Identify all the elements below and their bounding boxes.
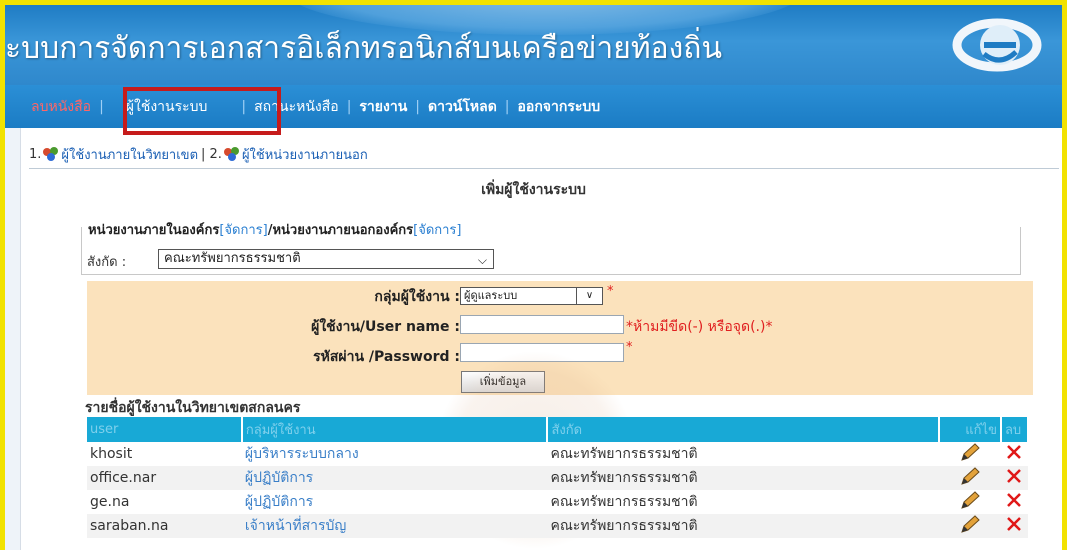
internet-explorer-logo-icon <box>952 18 1042 72</box>
delete-button[interactable] <box>1000 466 1028 490</box>
org-legend: หน่วยงานภายในองค์กร[จัดการ]/หน่วยงานภายน… <box>85 219 465 240</box>
username-hint: *ห้ามมีขีด(-) หรือจุด(.)* <box>626 319 773 335</box>
red-x-icon <box>1007 517 1022 531</box>
delete-button[interactable] <box>1000 514 1028 538</box>
section-title: เพิ่มผู้ใช้งานระบบ <box>481 182 586 198</box>
cell-group[interactable]: ผู้ปฏิบัติการ <box>241 490 548 514</box>
required-mark: * <box>626 340 633 355</box>
pencil-icon <box>961 491 980 509</box>
pencil-icon <box>961 467 980 485</box>
cell-user: khosit <box>87 442 242 466</box>
cell-org: คณะทรัพยากรธรรมชาติ <box>547 466 940 490</box>
col-org: สังกัด <box>547 417 941 442</box>
required-mark: * <box>607 284 614 299</box>
pencil-icon <box>961 515 980 533</box>
table-row: khosit ผู้บริหารระบบกลาง คณะทรัพยากรธรรม… <box>87 442 1028 466</box>
manage-internal-link[interactable]: [จัดการ] <box>219 223 267 238</box>
nav-download[interactable]: ดาวน์โหลด <box>422 96 503 118</box>
nav-delete-document[interactable]: ลบหนังสือ <box>25 96 97 118</box>
app-frame: ะบบการจัดการเอกสารอิเล็กทรอนิกส์บนเครือข… <box>0 0 1067 550</box>
edit-button[interactable] <box>939 514 1001 538</box>
highlight-box <box>123 87 281 135</box>
org-select[interactable]: คณะทรัพยากรธรรมชาติ ⌵ <box>158 249 494 269</box>
cell-user: ge.na <box>87 490 242 514</box>
table-row: saraban.na เจ้าหน้าที่สารบัญ คณะทรัพยากร… <box>87 514 1028 538</box>
pencil-icon <box>961 443 980 461</box>
user-type-tabs: 1. ผู้ใช้งานภายในวิทยาเขต | 2. ผู้ใช้หน่… <box>29 141 1059 169</box>
red-x-icon <box>1007 445 1022 459</box>
col-edit: แก้ไข <box>939 417 1002 442</box>
group-label: กลุ่มผู้ใช้งาน : <box>374 289 460 305</box>
list-title: รายชื่อผู้ใช้งานในวิทยาเขตสกลนคร <box>85 400 301 416</box>
chevron-down-icon: ⌵ <box>477 253 487 267</box>
header-banner: ะบบการจัดการเอกสารอิเล็กทรอนิกส์บนเครือข… <box>5 5 1062 85</box>
col-delete: ลบ <box>1000 417 1030 442</box>
table-row: office.nar ผู้ปฏิบัติการ คณะทรัพยากรธรรม… <box>87 466 1028 490</box>
org-label: สังกัด : <box>87 255 127 270</box>
red-x-icon <box>1007 493 1022 507</box>
cell-org: คณะทรัพยากรธรรมชาติ <box>547 442 940 466</box>
table-header-row: user กลุ่มผู้ใช้งาน สังกัด แก้ไข ลบ <box>87 417 1030 442</box>
cell-user: office.nar <box>87 466 242 490</box>
nav-logout[interactable]: ออกจากระบบ <box>512 96 607 118</box>
cell-group[interactable]: เจ้าหน้าที่สารบัญ <box>241 514 548 538</box>
add-data-button[interactable]: เพิ่มข้อมูล <box>461 371 545 393</box>
users-table: user กลุ่มผู้ใช้งาน สังกัด แก้ไข ลบ khos… <box>87 417 1030 538</box>
col-user: user <box>87 417 243 442</box>
nav-report[interactable]: รายงาน <box>353 96 413 118</box>
delete-button[interactable] <box>1000 490 1028 514</box>
edit-button[interactable] <box>939 466 1001 490</box>
password-input[interactable] <box>460 343 624 362</box>
cell-org: คณะทรัพยากรธรรมชาติ <box>547 490 940 514</box>
group-select[interactable]: ผู้ดูแลระบบ ∨ <box>460 287 603 305</box>
cell-group[interactable]: ผู้บริหารระบบกลาง <box>241 442 548 466</box>
users-group-icon <box>223 146 239 161</box>
cell-group[interactable]: ผู้ปฏิบัติการ <box>241 466 548 490</box>
red-x-icon <box>1007 469 1022 483</box>
username-input[interactable] <box>460 315 624 334</box>
col-group: กลุ่มผู้ใช้งาน <box>241 417 549 442</box>
cell-org: คณะทรัพยากรธรรมชาติ <box>547 514 940 538</box>
password-label: รหัสผ่าน /Password : <box>313 349 460 365</box>
edit-button[interactable] <box>939 490 1001 514</box>
users-group-icon <box>43 146 59 161</box>
edit-button[interactable] <box>939 442 1001 466</box>
cell-user: saraban.na <box>87 514 242 538</box>
manage-external-link[interactable]: [จัดการ] <box>413 223 461 238</box>
chevron-down-icon: ∨ <box>576 288 602 304</box>
app-title: ะบบการจัดการเอกสารอิเล็กทรอนิกส์บนเครือข… <box>5 31 722 66</box>
username-label: ผู้ใช้งาน/User name : <box>311 319 460 335</box>
add-user-form: กลุ่มผู้ใช้งาน : ผู้ดูแลระบบ ∨ * ผู้ใช้ง… <box>87 281 1033 395</box>
delete-button[interactable] <box>1000 442 1028 466</box>
tab-external-users[interactable]: ผู้ใช้หน่วยงานภายนอก <box>242 144 368 165</box>
table-row: ge.na ผู้ปฏิบัติการ คณะทรัพยากรธรรมชาติ <box>87 490 1028 514</box>
tab-internal-users[interactable]: ผู้ใช้งานภายในวิทยาเขต <box>61 144 198 165</box>
